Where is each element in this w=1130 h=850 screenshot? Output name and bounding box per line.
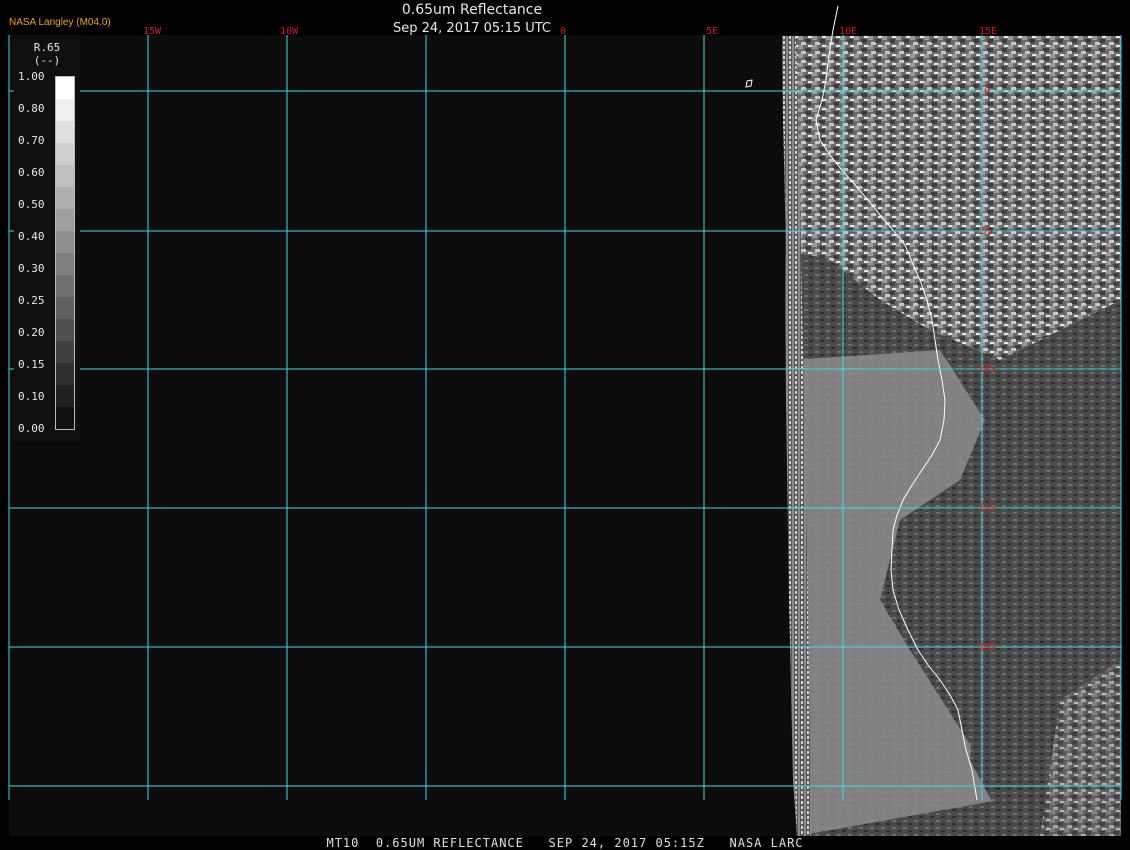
legend-tick-label: 0.10 — [18, 390, 45, 403]
legend-swatch — [56, 275, 74, 297]
latitude-label: 5S — [981, 226, 993, 237]
longitude-label: 15E — [979, 26, 997, 37]
legend-tick-label: 0.40 — [18, 230, 45, 243]
footer-caption: MT10 0.65UM REFLECTANCE SEP 24, 2017 05:… — [326, 836, 804, 850]
product-title: 0.65um Reflectance — [401, 2, 543, 18]
legend-title: R.65 — [33, 41, 61, 54]
latitude-label: 10S — [978, 364, 996, 375]
legend-tick-label: 0.25 — [18, 294, 45, 307]
legend-tick-label: 0.20 — [18, 326, 45, 339]
legend-tick-label: 0.60 — [18, 166, 45, 179]
legend-tick-label: 0.00 — [18, 422, 45, 435]
imagery-swath — [782, 36, 1121, 836]
legend-colorbar — [55, 76, 75, 430]
legend-tick-label: 0.80 — [18, 102, 45, 115]
datetime-label: Sep 24, 2017 05:15 UTC — [392, 21, 552, 36]
legend-tick-label: 0.70 — [18, 134, 45, 147]
latitude-label: 20S — [978, 642, 996, 653]
legend-tick-label: 0.30 — [18, 262, 45, 275]
legend-units: (--) — [33, 54, 61, 67]
satellite-image-viewer: 15W 10W 0 5E 10E 15E 0 5S 10S 15S 20S NASA Langley… — [0, 0, 1130, 850]
legend-tick-label: 0.15 — [18, 358, 45, 371]
legend-tick-label: 1.00 — [18, 70, 45, 83]
latitude-label: 15S — [978, 503, 996, 514]
legend-tick-label: 0.50 — [18, 198, 45, 211]
legend-swatch — [56, 209, 74, 231]
satellite-map: 15W 10W 0 5E 10E 15E05S10S15S20S — [8, 5, 1122, 836]
latitude-label: 0 — [984, 86, 990, 97]
